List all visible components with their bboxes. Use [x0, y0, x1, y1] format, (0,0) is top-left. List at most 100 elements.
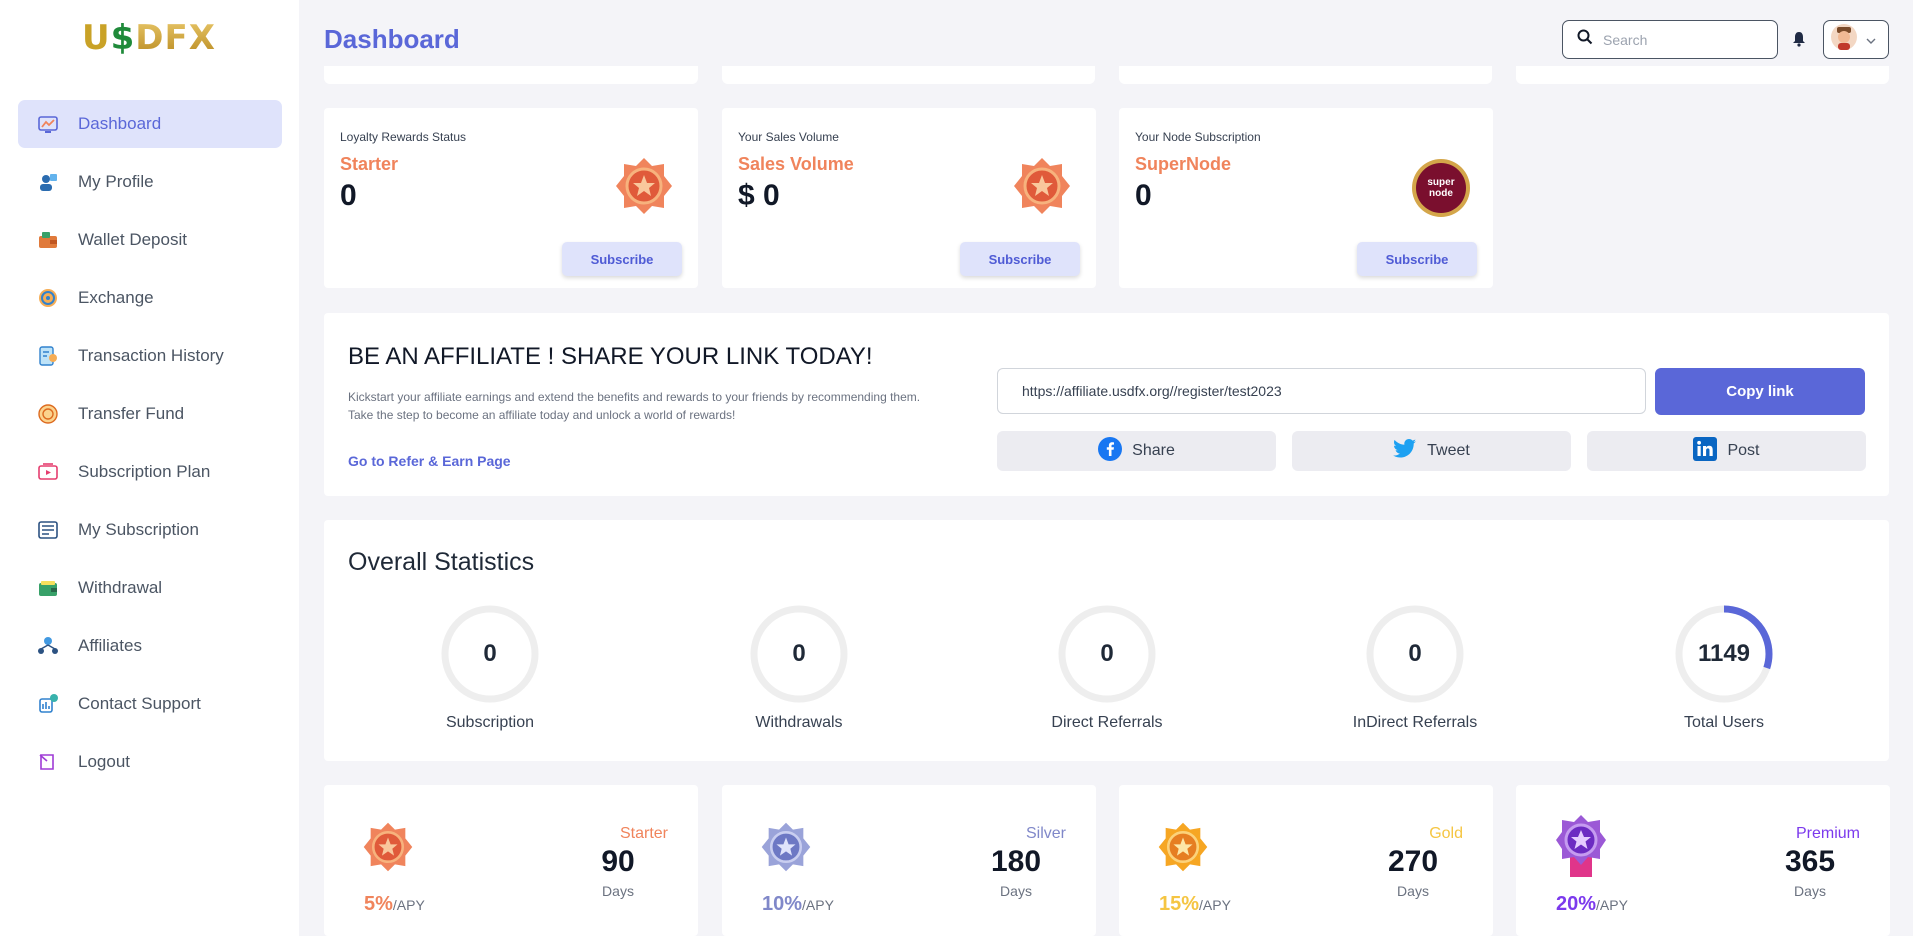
card-top-strip	[722, 66, 1095, 84]
loyalty-rewards-card: Loyalty Rewards Status Starter 0 Subscri…	[324, 108, 698, 288]
sidebar-item-transfer-fund[interactable]: Transfer Fund	[18, 390, 282, 438]
logout-icon	[36, 750, 60, 774]
plan-name: Starter	[619, 825, 668, 842]
plan-apy-value: 10%	[762, 893, 803, 915]
stat-direct-referrals: 0 Direct Referrals	[1007, 604, 1207, 732]
sidebar-item-logout[interactable]: Logout	[18, 738, 282, 786]
plan-name: Gold	[1429, 825, 1463, 842]
sidebar-item-label: Affiliates	[78, 636, 142, 655]
stat-ring: 0	[440, 604, 540, 704]
stat-value: 0	[483, 640, 497, 667]
card-label: Your Node Subscription	[1135, 130, 1261, 144]
affiliate-card: BE AN AFFILIATE ! SHARE YOUR LINK TODAY!…	[324, 313, 1889, 496]
sidebar-item-label: Withdrawal	[78, 578, 163, 597]
my-subscription-icon	[36, 518, 60, 542]
sidebar-item-withdrawal[interactable]: Withdrawal	[18, 564, 282, 612]
facebook-share-button[interactable]: Share	[997, 431, 1276, 471]
sidebar-item-exchange[interactable]: Exchange	[18, 274, 282, 322]
user-menu-button[interactable]	[1823, 20, 1889, 59]
plan-days: 365	[1784, 845, 1836, 878]
sidebar-item-affiliates[interactable]: Affiliates	[18, 622, 282, 670]
stat-ring: 1149	[1674, 604, 1774, 704]
plan-days-label: Days	[1397, 883, 1429, 899]
plan-apy: 10%/APY	[762, 893, 834, 916]
stat-total-users: 1149 Total Users	[1624, 604, 1824, 732]
sidebar-item-wallet-deposit[interactable]: Wallet Deposit	[18, 216, 282, 264]
sidebar-item-label: Exchange	[78, 288, 154, 307]
card-label: Your Sales Volume	[738, 130, 839, 144]
search-box[interactable]	[1562, 20, 1778, 59]
linkedin-icon	[1693, 436, 1718, 466]
subscribe-button[interactable]: Subscribe	[562, 242, 682, 276]
plan-apy-value: 20%	[1556, 893, 1597, 915]
stat-label: Direct Referrals	[1051, 714, 1163, 731]
stat-label: Subscription	[445, 714, 535, 731]
facebook-icon	[1098, 436, 1123, 466]
starter-medal-icon	[614, 156, 674, 221]
sidebar-item-label: Wallet Deposit	[78, 230, 187, 249]
linkedin-post-button[interactable]: Post	[1587, 431, 1866, 471]
plan-card-premium[interactable]: Premium 365 Days 20%/APY	[1516, 785, 1890, 936]
sidebar-item-dashboard[interactable]: Dashboard	[18, 100, 282, 148]
overall-statistics-card: Overall Statistics 0 Subscription 0 With…	[324, 520, 1889, 761]
sidebar-item-label: My Profile	[78, 172, 154, 191]
subscribe-button[interactable]: Subscribe	[1357, 242, 1477, 276]
statistics-title: Overall Statistics	[348, 548, 535, 576]
share-label: Share	[1132, 442, 1175, 459]
plan-card-starter[interactable]: Starter 90 Days 5%/APY	[324, 785, 698, 936]
sales-volume-card: Your Sales Volume Sales Volume $ 0 Subsc…	[722, 108, 1096, 288]
sidebar-item-my-profile[interactable]: My Profile	[18, 158, 282, 206]
stat-withdrawals: 0 Withdrawals	[699, 604, 899, 732]
starter-medal-icon	[1012, 156, 1072, 221]
plan-days-label: Days	[1794, 883, 1826, 899]
plan-name: Premium	[1795, 825, 1860, 842]
affiliate-description: Kickstart your affiliate earnings and ex…	[348, 388, 988, 424]
affiliates-icon	[36, 634, 60, 658]
card-top-strip	[1119, 66, 1492, 84]
stat-label: Withdrawals	[755, 714, 843, 731]
plan-card-silver[interactable]: Silver 180 Days 10%/APY	[722, 785, 1096, 936]
plan-apy: 15%/APY	[1159, 893, 1231, 916]
sidebar-item-my-subscription[interactable]: My Subscription	[18, 506, 282, 554]
copy-link-button[interactable]: Copy link	[1655, 368, 1865, 415]
profile-icon	[36, 170, 60, 194]
sidebar-item-subscription-plan[interactable]: Subscription Plan	[18, 448, 282, 496]
card-top-strip	[1516, 66, 1889, 84]
plan-card-gold[interactable]: Gold 270 Days 15%/APY	[1119, 785, 1493, 936]
transfer-fund-icon	[36, 402, 60, 426]
plan-apy-suffix: /APY	[1596, 897, 1628, 913]
supernode-badge-icon: super node	[1411, 158, 1471, 223]
sidebar-item-transaction-history[interactable]: Transaction History	[18, 332, 282, 380]
contact-support-icon	[36, 692, 60, 716]
affiliate-description-line: Kickstart your affiliate earnings and ex…	[348, 390, 921, 404]
plan-days: 180	[990, 845, 1042, 878]
plan-days-label: Days	[1000, 883, 1032, 899]
withdrawal-icon	[36, 576, 60, 600]
subscription-plan-icon	[36, 460, 60, 484]
exchange-icon	[36, 286, 60, 310]
subscribe-button[interactable]: Subscribe	[960, 242, 1080, 276]
affiliate-description-line: Take the step to become an affiliate tod…	[348, 408, 736, 422]
plan-apy-suffix: /APY	[1199, 897, 1231, 913]
tweet-label: Tweet	[1427, 442, 1470, 459]
plan-apy-suffix: /APY	[802, 897, 834, 913]
card-top-strip	[324, 66, 698, 84]
sidebar-item-label: Transaction History	[78, 346, 224, 365]
usdfx-logo[interactable]: U $ DFX	[82, 18, 216, 58]
stat-indirect-referrals: 0 InDirect Referrals	[1315, 604, 1515, 732]
search-input[interactable]	[1603, 31, 1753, 48]
affiliate-url-field[interactable]	[997, 368, 1646, 414]
plan-days: 90	[601, 845, 635, 878]
starter-medal-icon	[362, 821, 414, 878]
page-title: Dashboard	[324, 24, 460, 54]
bell-icon[interactable]	[1792, 31, 1806, 52]
stat-value: 1149	[1697, 640, 1751, 667]
sidebar-item-label: Subscription Plan	[78, 462, 211, 481]
sidebar-item-contact-support[interactable]: Contact Support	[18, 680, 282, 728]
stat-value: 0	[792, 640, 806, 667]
stat-ring: 0	[1057, 604, 1157, 704]
refer-earn-link[interactable]: Go to Refer & Earn Page	[348, 453, 511, 469]
sidebar-item-label: My Subscription	[78, 520, 199, 539]
post-label: Post	[1727, 442, 1760, 459]
twitter-tweet-button[interactable]: Tweet	[1292, 431, 1571, 471]
